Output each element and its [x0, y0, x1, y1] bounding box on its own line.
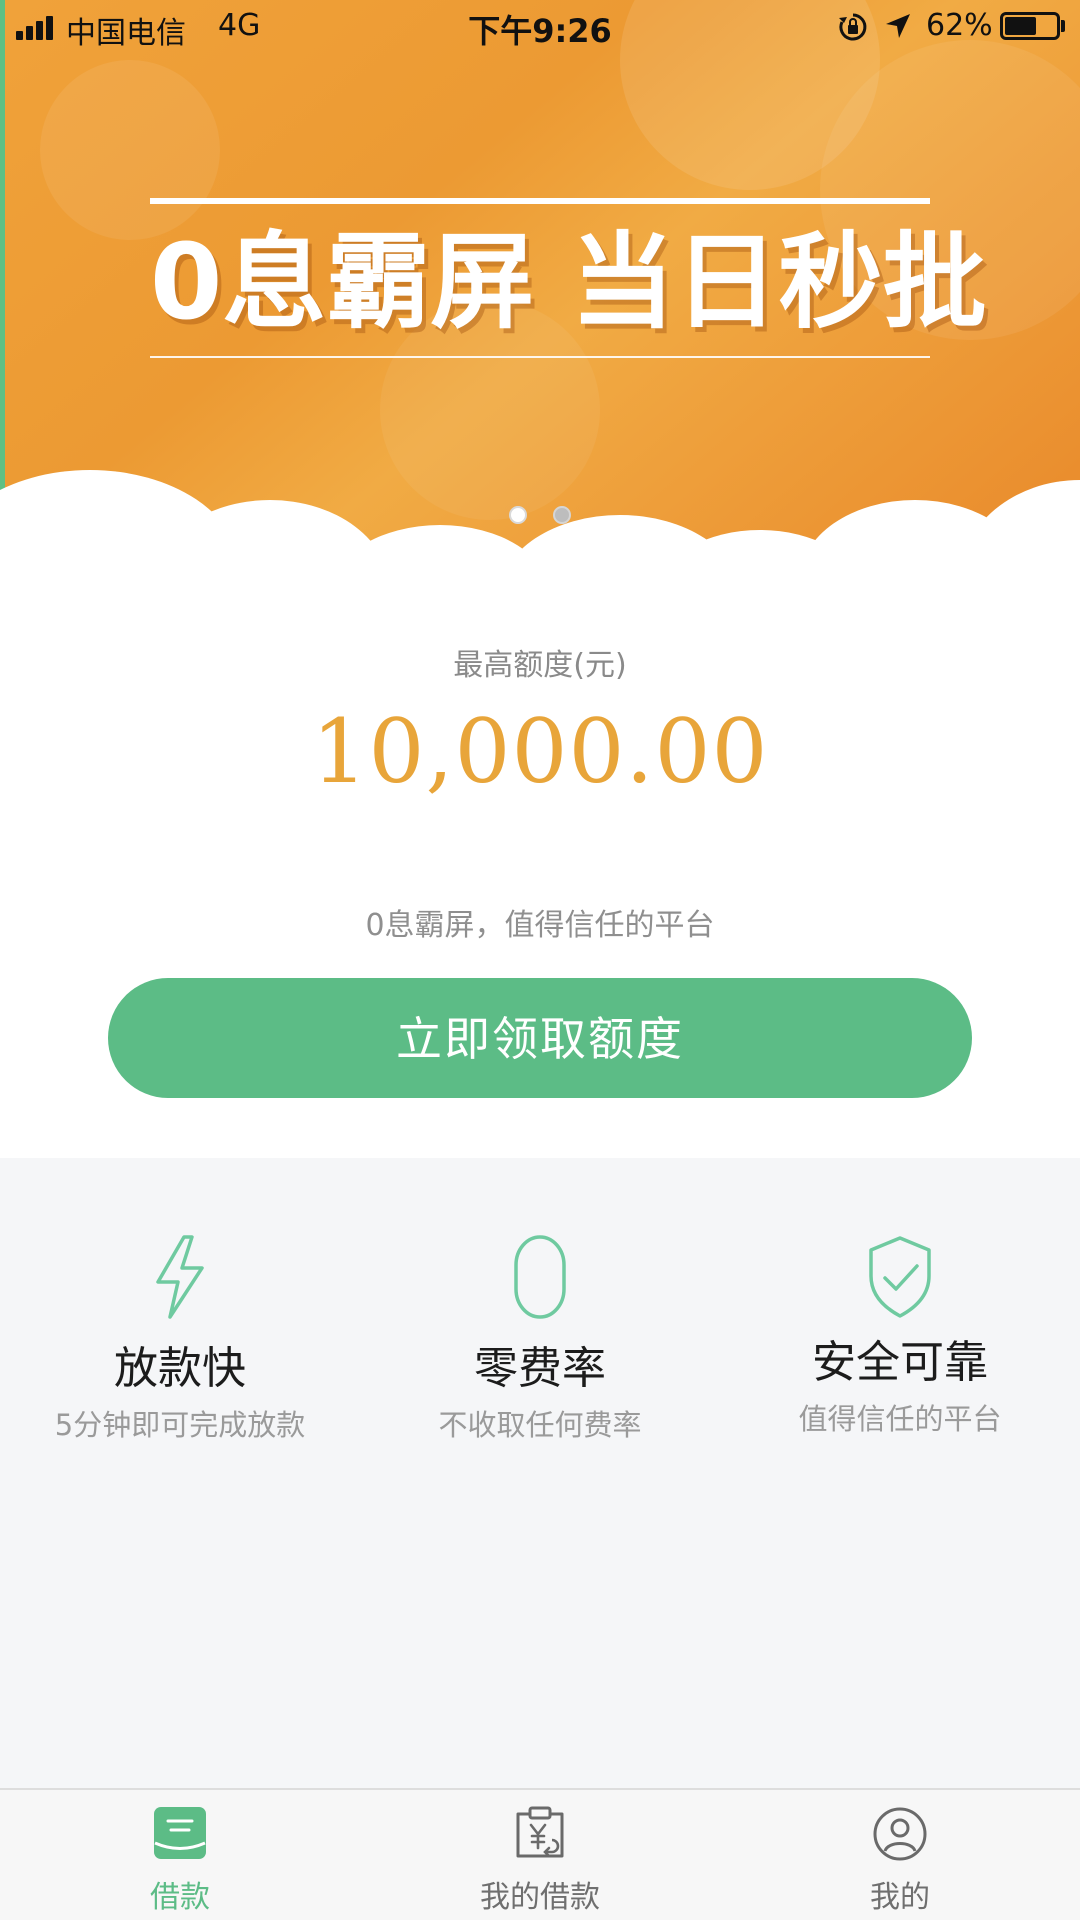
banner-title: 0息霸屏 当日秒批 — [150, 221, 987, 343]
feature-desc: 5分钟即可完成放款 — [54, 1408, 306, 1442]
location-icon — [884, 12, 912, 40]
banner-edge-accent — [0, 0, 5, 550]
tab-label: 借款 — [150, 1880, 210, 1915]
feature-desc: 不收取任何费率 — [438, 1408, 642, 1442]
battery-percent: 62% — [926, 8, 993, 43]
feature-title: 零费率 — [474, 1343, 606, 1394]
bottom-tab-bar: 借款 我的借款 我的 — [0, 1788, 1080, 1920]
carousel-indicator — [0, 506, 1080, 526]
feature-title: 放款快 — [114, 1343, 246, 1394]
claim-credit-button[interactable]: 立即领取额度 — [108, 978, 972, 1098]
battery-fill — [1005, 17, 1036, 35]
orientation-lock-icon — [838, 12, 868, 42]
lightning-icon — [0, 1234, 360, 1324]
shield-check-icon — [720, 1234, 1080, 1324]
tab-profile[interactable]: 我的 — [720, 1790, 1080, 1920]
tab-label: 我的借款 — [480, 1880, 600, 1915]
banner-rule-bottom — [150, 356, 930, 358]
feature-zero-fee: 零费率 不收取任何费率 — [360, 1158, 720, 1458]
tab-label: 我的 — [870, 1880, 930, 1915]
credit-limit-label: 最高额度(元) — [453, 648, 627, 683]
credit-panel: 最高额度(元) 10,000.00 0息霸屏，值得信任的平台 立即领取额度 — [0, 550, 1080, 1158]
status-bar: 中国电信 4G 下午9:26 62% — [0, 0, 1080, 54]
carousel-dot[interactable] — [553, 506, 571, 524]
app-screen: 中国电信 4G 下午9:26 62% 0息霸屏 当日秒批 最高额度(元) 10,… — [0, 0, 1080, 1920]
feature-title: 安全可靠 — [812, 1337, 988, 1388]
banner-bokeh — [40, 60, 220, 240]
zero-icon — [360, 1234, 720, 1324]
credit-limit-amount: 10,000.00 — [311, 700, 769, 803]
battery-cap — [1061, 20, 1065, 32]
status-time: 下午9:26 — [468, 12, 612, 50]
tab-my-loans[interactable]: 我的借款 — [360, 1790, 720, 1920]
loan-icon — [0, 1806, 360, 1866]
promo-banner[interactable]: 中国电信 4G 下午9:26 62% 0息霸屏 当日秒批 — [0, 0, 1080, 550]
credit-slogan: 0息霸屏，值得信任的平台 — [365, 908, 715, 943]
profile-icon — [720, 1806, 1080, 1866]
feature-fast-payout: 放款快 5分钟即可完成放款 — [0, 1158, 360, 1458]
feature-desc: 值得信任的平台 — [798, 1402, 1002, 1436]
feature-secure: 安全可靠 值得信任的平台 — [720, 1158, 1080, 1458]
my-loans-icon — [360, 1806, 720, 1866]
features-section: 放款快 5分钟即可完成放款 零费率 不收取任何费率 安全可靠 值得信任的平台 — [0, 1158, 1080, 1788]
carousel-dot-active[interactable] — [509, 506, 527, 524]
tab-loan[interactable]: 借款 — [0, 1790, 360, 1920]
battery-icon — [1000, 12, 1060, 40]
banner-rule-top — [150, 198, 930, 204]
